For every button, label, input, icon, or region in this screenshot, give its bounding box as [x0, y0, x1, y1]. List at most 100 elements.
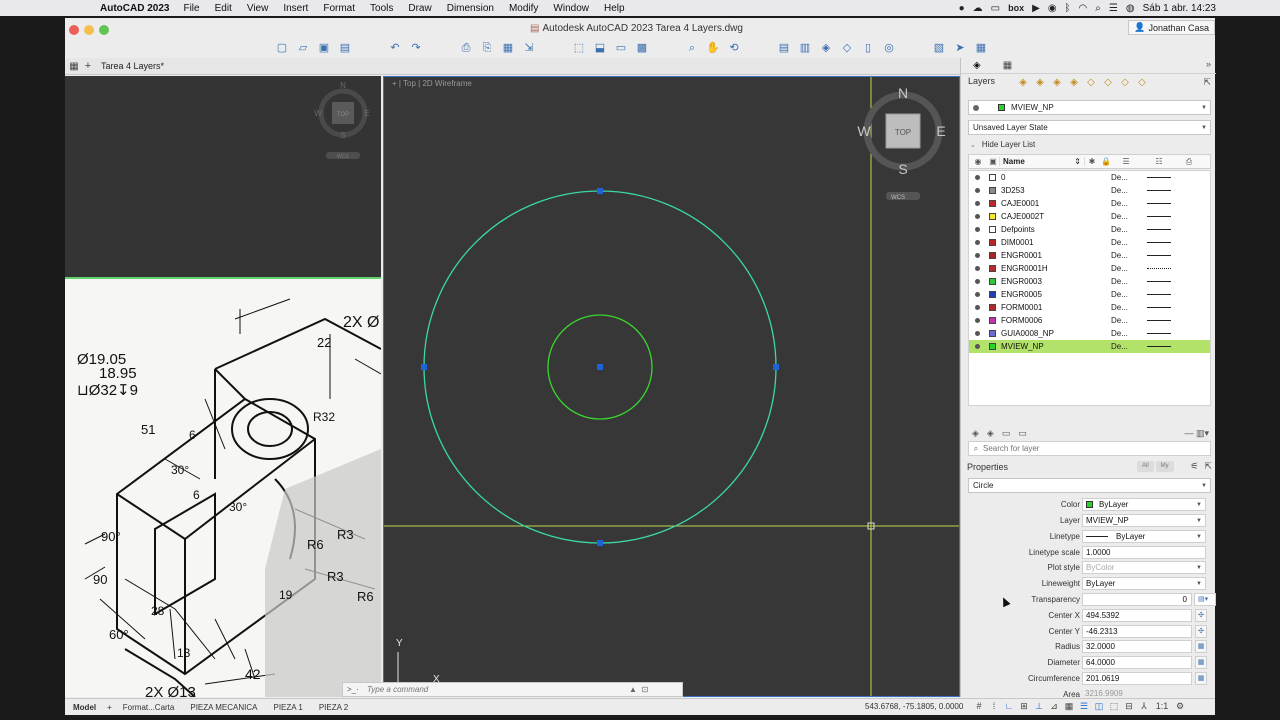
- layer-color-swatch[interactable]: [989, 239, 996, 246]
- lock-column-icon[interactable]: 🔒: [1099, 157, 1113, 166]
- model-viewport[interactable]: + | Top | 2D Wireframe TOP N S E W WCS Y…: [383, 76, 960, 697]
- menu-modify[interactable]: Modify: [509, 3, 538, 14]
- hide-layer-list-toggle[interactable]: ⌄ Hide Layer List: [970, 140, 1035, 149]
- layer-on-icon[interactable]: [975, 201, 980, 206]
- prop-radius-field[interactable]: 32.0000: [1082, 640, 1192, 653]
- layer-color-swatch[interactable]: [989, 265, 996, 272]
- menu-edit[interactable]: Edit: [215, 3, 232, 14]
- prop-transparency-slider[interactable]: 0: [1082, 593, 1192, 606]
- layer-lineweight[interactable]: [1147, 242, 1171, 243]
- cursor-coordinates[interactable]: 543.6768, -75.1805, 0.0000: [865, 702, 963, 711]
- properties-pin-icon[interactable]: ⇱: [1204, 461, 1212, 472]
- compass-west[interactable]: W: [857, 123, 871, 139]
- layer-lineweight[interactable]: [1147, 294, 1171, 295]
- prop-ltscale-field[interactable]: 1.0000: [1082, 546, 1206, 559]
- pin-icon[interactable]: ⇱: [1203, 77, 1211, 88]
- layer-lineweight[interactable]: [1147, 203, 1171, 204]
- layer-color-swatch[interactable]: [989, 213, 996, 220]
- command-settings-icon[interactable]: ⊡: [639, 685, 651, 694]
- wcs-menu[interactable]: WCS: [891, 195, 905, 201]
- left-viewcube[interactable]: TOP N S E W WCS: [65, 76, 381, 276]
- layer-lineweight[interactable]: [1147, 320, 1171, 321]
- layer-lineweight[interactable]: [1147, 333, 1171, 334]
- layer-on-icon[interactable]: [975, 279, 980, 284]
- calculator-icon[interactable]: ▦: [1195, 640, 1207, 653]
- viewcube-top-face[interactable]: TOP: [895, 128, 911, 137]
- layer-linetype[interactable]: De...: [1111, 251, 1141, 260]
- tab-blocks-icon[interactable]: ▦: [1003, 60, 1012, 71]
- new-filter-icon[interactable]: ▭: [1018, 428, 1027, 439]
- search-icon[interactable]: ⌕: [1095, 3, 1101, 14]
- siri-icon[interactable]: ◍: [1126, 3, 1135, 14]
- layer-walk-icon[interactable]: ◇: [840, 41, 854, 55]
- pick-point-icon[interactable]: ✣: [1195, 609, 1207, 622]
- layer-linetype[interactable]: De...: [1111, 316, 1141, 325]
- blocks-icon[interactable]: ⬚: [572, 41, 586, 55]
- layer-row[interactable]: ENGR0001 De...: [969, 249, 1210, 262]
- menu-window[interactable]: Window: [553, 3, 589, 14]
- layout-tab-format-carta[interactable]: Format...Carta: [115, 703, 183, 712]
- calculator-icon[interactable]: ▦: [1195, 672, 1207, 685]
- quadrant-grip-left[interactable]: [421, 364, 427, 370]
- command-prompt-icon[interactable]: >_·: [347, 685, 367, 694]
- menu-view[interactable]: View: [247, 3, 269, 14]
- menu-format[interactable]: Format: [323, 3, 355, 14]
- save-icon[interactable]: ▣: [317, 41, 331, 55]
- app-menu[interactable]: AutoCAD 2023: [100, 3, 169, 14]
- play-icon[interactable]: ▶: [1032, 3, 1040, 14]
- record-icon[interactable]: ●: [959, 3, 965, 14]
- layer-row-selected[interactable]: MVIEW_NP De...: [969, 340, 1210, 353]
- battery-icon[interactable]: ▭: [991, 3, 1000, 14]
- layer-state-dropdown[interactable]: Unsaved Layer State ▼: [968, 120, 1211, 135]
- layer-tool-5-icon[interactable]: ◇: [1085, 77, 1097, 89]
- properties-icon[interactable]: ▤: [777, 41, 791, 55]
- layer-linetype[interactable]: De...: [1111, 186, 1141, 195]
- layer-tool-7-icon[interactable]: ◇: [1119, 77, 1131, 89]
- layout-tab-model[interactable]: Model: [65, 703, 104, 712]
- match-properties-icon[interactable]: ▥: [798, 41, 812, 55]
- menu-tools[interactable]: Tools: [370, 3, 393, 14]
- prop-lineweight-dropdown[interactable]: ByLayer ▼: [1082, 577, 1206, 590]
- layer-row[interactable]: CAJE0002T De...: [969, 210, 1210, 223]
- palettes-icon[interactable]: ▧: [932, 41, 946, 55]
- zoom-window-button[interactable]: [99, 25, 109, 35]
- layer-linetype[interactable]: De...: [1111, 238, 1141, 247]
- collapse-palette-icon[interactable]: »: [1206, 59, 1211, 69]
- layer-linetype[interactable]: De...: [1111, 264, 1141, 273]
- undo-icon[interactable]: ↶: [388, 41, 402, 55]
- layer-row[interactable]: ENGR0003 De...: [969, 275, 1210, 288]
- transparency-mode-dropdown[interactable]: ▤▾: [1194, 593, 1216, 606]
- zoom-icon[interactable]: ⌕: [685, 41, 699, 55]
- grid-view-icon[interactable]: ▦: [67, 61, 81, 72]
- insert-icon[interactable]: ⬓: [593, 41, 607, 55]
- layer-on-icon[interactable]: [975, 188, 980, 193]
- layer-linetype[interactable]: De...: [1111, 225, 1141, 234]
- object-type-dropdown[interactable]: Circle ▼: [968, 478, 1211, 493]
- wifi-icon[interactable]: ◠: [1079, 3, 1088, 14]
- prop-color-dropdown[interactable]: ByLayer ▼: [1082, 498, 1206, 511]
- layer-lineweight[interactable]: [1147, 255, 1171, 256]
- lineweight-column-icon[interactable]: ☷: [1139, 157, 1179, 166]
- command-history-up-icon[interactable]: ▲: [627, 685, 639, 694]
- layer-lineweight[interactable]: [1147, 346, 1171, 347]
- visibility-column-icon[interactable]: ◉: [969, 157, 987, 166]
- open-file-icon[interactable]: ▱: [296, 41, 310, 55]
- menu-file[interactable]: File: [183, 3, 199, 14]
- pan-icon[interactable]: ✋: [706, 41, 720, 55]
- compass-south[interactable]: S: [898, 161, 907, 177]
- layer-list[interactable]: 0 De... 3D253 De... CAJE0001 De... CAJE0002…: [968, 170, 1211, 406]
- compass-east[interactable]: E: [936, 123, 945, 139]
- menu-dimension[interactable]: Dimension: [447, 3, 494, 14]
- share-icon[interactable]: ➤: [953, 41, 967, 55]
- design-center-icon[interactable]: ▩: [635, 41, 649, 55]
- tab-all[interactable]: All: [1137, 461, 1154, 472]
- layer-search[interactable]: ⌕: [968, 441, 1211, 456]
- layer-row[interactable]: GUIA0008_NP De...: [969, 327, 1210, 340]
- linetype-column-icon[interactable]: ☰: [1113, 157, 1139, 166]
- quick-select-icon[interactable]: ⚟: [1190, 461, 1198, 472]
- prop-plotstyle-dropdown[interactable]: ByColor ▼: [1082, 561, 1206, 574]
- box-icon[interactable]: box: [1008, 3, 1024, 13]
- drawing-canvas[interactable]: TOP N S E W WCS Y X: [384, 77, 960, 697]
- name-column-header[interactable]: Name ⇕: [999, 157, 1085, 166]
- layer-color-swatch[interactable]: [989, 304, 996, 311]
